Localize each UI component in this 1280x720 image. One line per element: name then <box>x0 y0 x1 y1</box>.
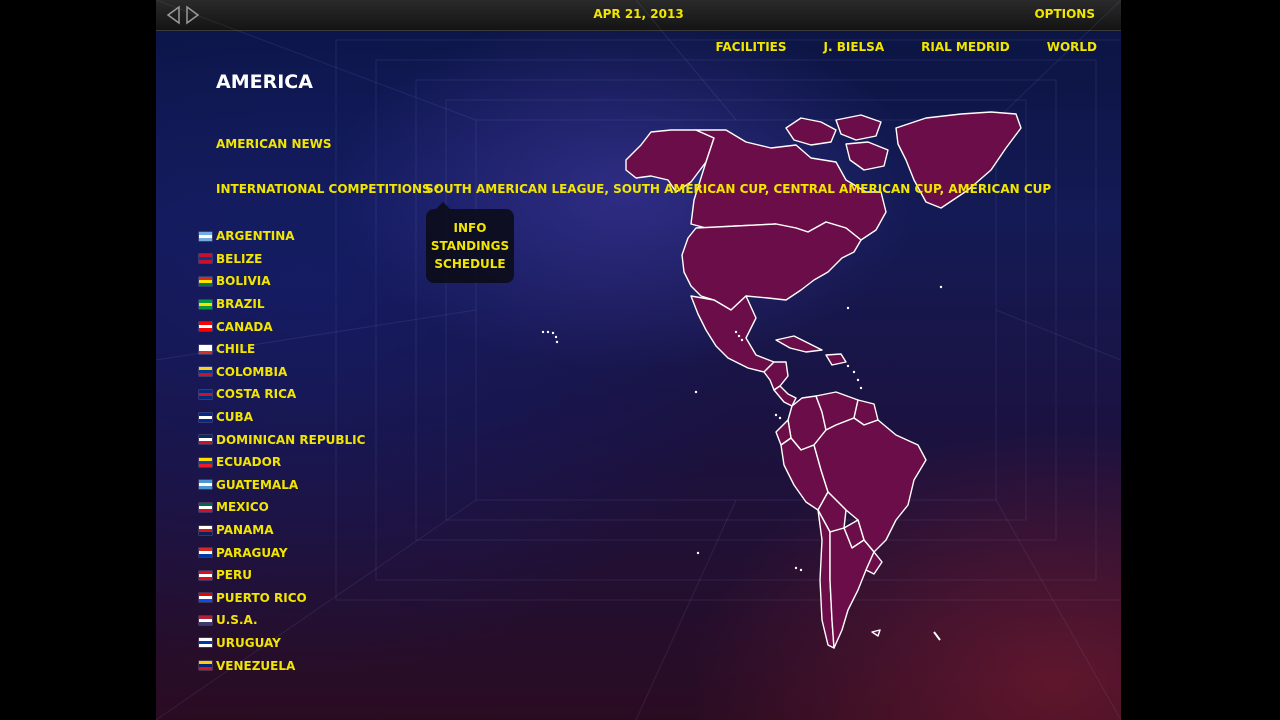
info-option[interactable]: INFO <box>454 219 487 237</box>
map-region-central-america <box>773 385 797 407</box>
map-region-arctic-islands <box>845 141 889 171</box>
competition-separator: , <box>604 182 614 196</box>
competition-link-central-american-cup[interactable]: CENTRAL AMERICAN CUP <box>773 182 939 196</box>
map-region-falklands <box>871 629 881 637</box>
competition-popup-menu: INFO STANDINGS SCHEDULE <box>426 202 514 283</box>
map-region-arctic-islands <box>835 114 882 141</box>
competition-link-south-american-league[interactable]: SOUTH AMERICAN LEAGUE <box>425 182 604 196</box>
map-region-cuba <box>775 335 823 353</box>
competition-link-south-american-cup[interactable]: SOUTH AMERICAN CUP <box>613 182 765 196</box>
standings-option[interactable]: STANDINGS <box>431 237 509 255</box>
schedule-option[interactable]: SCHEDULE <box>434 255 505 273</box>
competitions-list: SOUTH AMERICAN LEAGUE, SOUTH AMERICAN CU… <box>425 182 1051 196</box>
map-region-hispaniola <box>825 353 847 366</box>
map-region-hawaii <box>541 330 559 344</box>
game-screen: APR 21, 2013 OPTIONS FACILITIES J. BIELS… <box>156 0 1121 720</box>
map-region-usa <box>681 221 862 311</box>
map-region-arctic-islands <box>785 117 837 146</box>
competition-link-american-cup[interactable]: AMERICAN CUP <box>948 182 1051 196</box>
